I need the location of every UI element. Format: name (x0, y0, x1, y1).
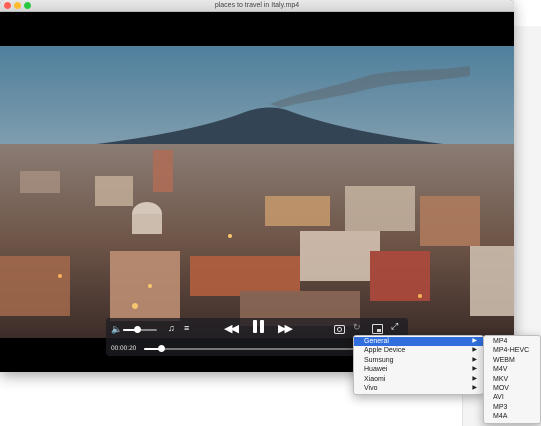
menu-item-xiaomi[interactable]: Xiaomi ▶ (354, 375, 483, 384)
format-submenu: MP4 MP4-HEVC WEBM M4V MKV MOV AVI MP3 M4A (483, 335, 541, 424)
submenu-arrow-icon: ▶ (472, 366, 477, 373)
seek-knob[interactable] (157, 345, 165, 352)
rewind-icon[interactable]: ◀◀ (224, 322, 239, 335)
menu-item-general[interactable]: General ▶ (354, 337, 483, 347)
fast-forward-icon[interactable]: ▶▶ (278, 322, 293, 335)
menu-item-vivo[interactable]: Vivo ▶ (354, 384, 483, 393)
fullscreen-icon[interactable]: ⤢ (391, 321, 398, 332)
video-frame[interactable] (0, 46, 514, 338)
submenu-arrow-icon: ▶ (472, 384, 477, 391)
volume-knob[interactable] (133, 326, 141, 333)
menu-item-label: Sumsung (364, 356, 394, 364)
screenshot-camera-icon[interactable] (334, 325, 345, 334)
pause-button[interactable] (251, 320, 265, 333)
title-bar: places to travel in Italy.mp4 (0, 0, 514, 12)
format-item-mp4-hevc[interactable]: MP4-HEVC (484, 346, 540, 355)
submenu-arrow-icon: ▶ (472, 338, 477, 344)
volume-slider[interactable] (123, 326, 157, 333)
menu-item-label: Vivo (364, 384, 378, 392)
menu-item-apple-device[interactable]: Apple Device ▶ (354, 346, 483, 355)
submenu-arrow-icon: ▶ (472, 375, 477, 382)
menu-item-label: Huawei (364, 366, 388, 374)
volume-icon[interactable]: 🔈 (111, 324, 122, 335)
window-title: places to travel in Italy.mp4 (214, 2, 300, 9)
video-scene (0, 46, 514, 338)
picture-in-picture-icon[interactable] (372, 324, 383, 334)
audio-track-icon[interactable]: ♫ (168, 323, 175, 333)
format-item-avi[interactable]: AVI (484, 393, 540, 402)
rotate-icon[interactable]: ↻ (353, 322, 361, 333)
format-item-m4a[interactable]: M4A (484, 412, 540, 421)
seek-bar[interactable] (144, 345, 354, 352)
format-item-mp4[interactable]: MP4 (484, 337, 540, 346)
menu-item-huawei[interactable]: Huawei ▶ (354, 365, 483, 374)
submenu-arrow-icon: ▶ (472, 356, 477, 363)
menu-item-label: General (364, 338, 389, 345)
format-item-mkv[interactable]: MKV (484, 375, 540, 384)
format-item-mov[interactable]: MOV (484, 384, 540, 393)
format-item-webm[interactable]: WEBM (484, 356, 540, 365)
current-time: 00:00:20 (111, 345, 137, 352)
format-item-mp3[interactable]: MP3 (484, 403, 540, 412)
menu-item-sumsung[interactable]: Sumsung ▶ (354, 356, 483, 365)
format-item-m4v[interactable]: M4V (484, 365, 540, 374)
menu-item-label: Xiaomi (364, 375, 386, 383)
subtitle-list-icon[interactable]: ≡ (184, 323, 189, 333)
submenu-arrow-icon: ▶ (472, 347, 477, 354)
export-format-menu: General ▶ Apple Device ▶ Sumsung ▶ Huawei ▶ Xiao… (353, 335, 484, 396)
menu-item-label: Apple Device (364, 347, 406, 355)
player-window: places to travel in Italy.mp4 🔈 ♫ ≡ ◀◀ ▶… (0, 0, 514, 372)
